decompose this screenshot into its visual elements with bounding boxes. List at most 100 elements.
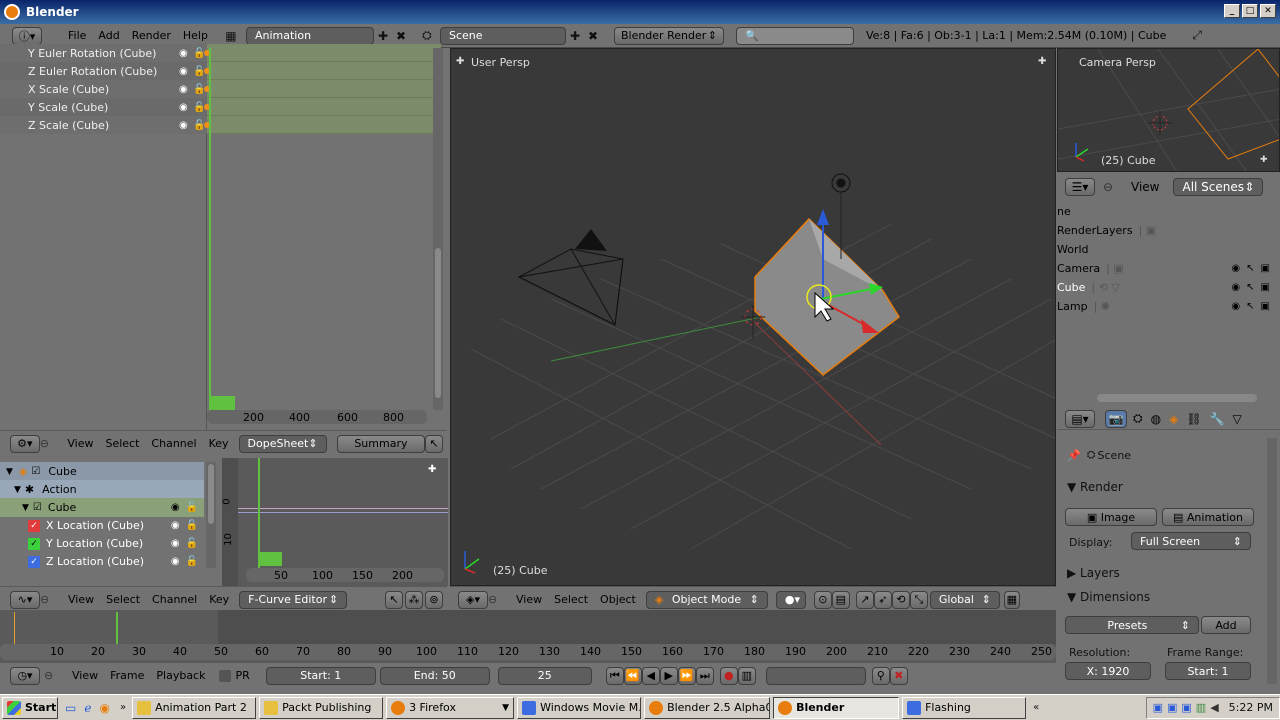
outliner-item-renderlayers[interactable]: RenderLayers | ▣ <box>1057 221 1280 240</box>
rotate-icon[interactable]: ⟲ <box>891 590 910 609</box>
render-camera-icon[interactable]: ▣ <box>1261 301 1270 312</box>
end-frame-field[interactable]: End: 50 <box>379 666 490 685</box>
outliner-filter-dropdown[interactable]: All Scenes ⇕ <box>1173 178 1264 196</box>
scene-icon[interactable]: ⛭ <box>418 27 436 45</box>
expand-icon[interactable]: ▼ <box>22 503 29 513</box>
vertical-scrollbar[interactable] <box>206 462 216 568</box>
checkbox-icon[interactable]: ☑ <box>31 466 40 477</box>
tray-icon[interactable]: ▣ <box>1167 701 1177 714</box>
render-tab-icon[interactable]: 📷 <box>1105 409 1127 428</box>
graph-channel-group[interactable]: ▼ ☑ Cube ◉ 🔓 <box>0 498 204 517</box>
mode-dropdown[interactable]: ◈ Object Mode ⇕ <box>645 590 768 609</box>
pivot-icon[interactable]: ⊙ <box>813 590 832 609</box>
jump-start-icon[interactable]: ⏮ <box>605 666 624 685</box>
eye-icon[interactable]: ◉ <box>179 84 193 95</box>
keyframe-row[interactable] <box>204 44 441 62</box>
collapse-icon[interactable]: ⊖ <box>488 593 510 606</box>
manipulator-icon[interactable]: ↗ <box>855 590 874 609</box>
taskbar-item[interactable]: Flashing <box>902 696 1027 719</box>
taskbar-item[interactable]: 3 Firefox ▼ <box>386 696 515 719</box>
constraints-tab-icon[interactable]: ⛓ <box>1186 412 1201 426</box>
jump-end-icon[interactable]: ⏭ <box>695 666 714 685</box>
collapse-icon[interactable]: ⊖ <box>40 437 62 450</box>
eye-icon[interactable]: ◉ <box>179 66 193 77</box>
graph-ruler[interactable]: 50 100 150 200 <box>246 568 444 582</box>
play-reverse-icon[interactable]: ◀ <box>641 666 660 685</box>
menu-channel[interactable]: Channel <box>145 437 202 450</box>
snap-icon[interactable]: ⊚ <box>425 590 443 609</box>
menu-view[interactable]: View <box>66 669 104 682</box>
editor-type-3dview-button[interactable]: ◈▾ <box>458 590 488 609</box>
keyframe-row[interactable] <box>204 80 441 98</box>
graph-curve-region[interactable]: 0 10 ✚ 50 100 150 200 <box>222 458 448 586</box>
preview-range-checkbox[interactable] <box>219 669 232 682</box>
lock-icon[interactable]: 🔓 <box>186 502 198 513</box>
tray-icon[interactable]: ▣ <box>1181 701 1191 714</box>
chevron-left-icon[interactable]: « <box>1033 702 1039 713</box>
eye-icon[interactable]: ◉ <box>179 120 193 131</box>
menu-key[interactable]: Key <box>203 593 235 606</box>
chevron-right-icon[interactable]: » <box>120 702 126 713</box>
pivot-icon[interactable]: ⁂ <box>405 590 423 609</box>
cursor-icon[interactable]: ↖ <box>425 434 443 453</box>
menu-select[interactable]: Select <box>100 593 146 606</box>
dopesheet-ruler[interactable]: 200 400 600 800 <box>207 410 427 424</box>
ie-icon[interactable]: ℯ <box>84 701 91 715</box>
search-input[interactable]: 🔍 <box>735 26 854 45</box>
viewport-toggle-icon[interactable]: ✚ <box>456 56 464 67</box>
viewport-properties-icon[interactable]: ✚ <box>1038 56 1046 67</box>
timeline-ruler[interactable]: 10 20 30 40 50 60 70 80 90 100 110 120 1… <box>0 644 1056 660</box>
menu-object[interactable]: Object <box>594 593 642 606</box>
render-camera-icon[interactable]: ▣ <box>1261 282 1270 293</box>
lock-icon[interactable]: 🔓 <box>186 556 198 567</box>
outliner-item-world[interactable]: World <box>1057 240 1280 259</box>
lock-icon[interactable]: 🔓 <box>186 538 198 549</box>
editor-type-graph-button[interactable]: ∿▾ <box>10 590 40 609</box>
editor-type-outliner-button[interactable]: ☰▾ <box>1065 178 1095 196</box>
menu-view[interactable]: View <box>61 437 99 450</box>
expand-icon[interactable]: ▼ <box>14 485 21 495</box>
network-icon[interactable]: ▥ <box>1196 701 1206 714</box>
layer-icon[interactable]: ▤ <box>831 590 850 609</box>
taskbar-item[interactable]: Blender 2.5 Alpha0 <box>644 696 771 719</box>
scene-field[interactable]: Scene <box>439 26 566 45</box>
graph-channel-fcurve[interactable]: ✓ Z Location (Cube) ◉ 🔓 <box>0 552 204 571</box>
presets-dropdown[interactable]: Presets ⇕ <box>1065 616 1199 634</box>
scale-icon[interactable]: ⤡ <box>909 590 928 609</box>
menu-file[interactable]: File <box>62 29 92 42</box>
channel-row[interactable]: Y Euler Rotation (Cube) ◉ 🔓 <box>0 44 207 62</box>
expand-icon[interactable]: ▼ <box>6 467 13 477</box>
volume-icon[interactable]: ◀ <box>1210 701 1218 714</box>
eye-icon[interactable]: ◉ <box>171 502 180 513</box>
start-frame-field[interactable]: Start: 1 <box>1165 662 1251 680</box>
render-animation-button[interactable]: ▤ Animation <box>1162 508 1254 526</box>
region-toggle-icon[interactable]: ✚ <box>428 464 436 475</box>
graph-channel-fcurve[interactable]: ✓ Y Location (Cube) ◉ 🔓 <box>0 534 204 553</box>
eye-icon[interactable]: ◉ <box>179 48 193 59</box>
keying-set-icon[interactable]: ▥ <box>737 666 756 685</box>
remove-scene-icon[interactable]: ✖ <box>584 27 602 45</box>
channel-row[interactable]: Z Scale (Cube) ◉ 🔓 <box>0 116 207 134</box>
menu-help[interactable]: Help <box>177 29 214 42</box>
cursor-select-icon[interactable]: ↖ <box>1246 301 1254 312</box>
resolution-x-field[interactable]: X: 1920 <box>1065 662 1151 680</box>
fcurve-line[interactable] <box>238 508 448 509</box>
cursor-select-icon[interactable]: ↖ <box>1246 263 1254 274</box>
taskbar-item[interactable]: Animation Part 2 <box>132 696 257 719</box>
add-scene-icon[interactable]: ✚ <box>566 27 584 45</box>
delete-keyframe-icon[interactable]: ✖ <box>889 666 908 685</box>
object-tab-icon[interactable]: ◈ <box>1169 412 1178 426</box>
record-icon[interactable]: ● <box>719 666 738 685</box>
menu-view[interactable]: View <box>510 593 548 606</box>
vertical-scrollbar[interactable] <box>433 48 443 410</box>
editor-type-properties-button[interactable]: ▤▾ <box>1065 409 1095 428</box>
channel-color-checkbox[interactable]: ✓ <box>28 519 40 532</box>
insert-keyframe-icon[interactable]: ⚲ <box>871 666 890 685</box>
channel-color-checkbox[interactable]: ✓ <box>28 537 40 550</box>
tray-icon[interactable]: ▣ <box>1153 701 1163 714</box>
graph-channel-fcurve[interactable]: ✓ X Location (Cube) ◉ 🔓 <box>0 516 204 535</box>
outliner-item[interactable]: ne <box>1057 202 1280 221</box>
graph-channel-action[interactable]: ▼ ✱ Action <box>0 480 204 499</box>
orientation-dropdown[interactable]: Global ⇕ <box>929 590 1000 609</box>
dopesheet-mode-dropdown[interactable]: DopeSheet ⇕ <box>238 434 327 453</box>
